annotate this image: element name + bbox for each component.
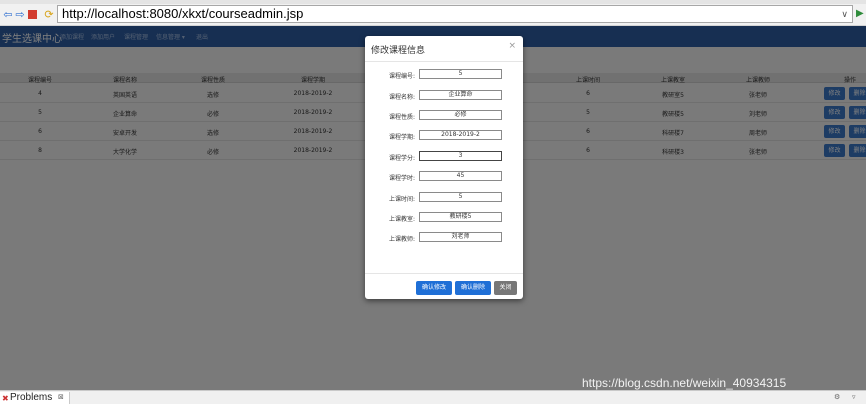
minimize-icon[interactable]: ▿ — [852, 393, 856, 401]
modal-title: 修改课程信息 — [371, 46, 426, 56]
course-name-input[interactable]: 企业算命 — [419, 90, 502, 100]
problems-tab[interactable]: ✖ Problems ⊠ — [0, 392, 70, 404]
course-credit-input[interactable]: 3 — [419, 151, 502, 161]
edit-course-modal: 修改课程信息 × 课程编号: 5 课程名称: 企业算命 课程性质: 必修 课程学… — [365, 36, 523, 299]
back-arrow-icon[interactable]: ⇦ — [2, 9, 14, 21]
field-label-course-type: 课程性质: — [388, 114, 415, 121]
window-top-strip — [0, 0, 866, 4]
class-time-input[interactable]: 5 — [419, 192, 502, 202]
tab-close-icon[interactable]: ⊠ — [58, 393, 64, 401]
go-icon[interactable]: ▶ — [856, 8, 864, 19]
confirm-delete-button[interactable]: 确认删除 — [455, 281, 491, 295]
course-hours-input[interactable]: 45 — [419, 171, 502, 181]
problems-panel: ✖ Problems ⊠ ⚙ ▿ — [0, 390, 866, 404]
url-dropdown-icon[interactable]: ∨ — [841, 6, 848, 22]
url-text: http://localhost:8080/xkxt/courseadmin.j… — [62, 6, 304, 21]
field-label-course-name: 课程名称: — [388, 94, 415, 101]
field-label-teacher: 上课教师: — [388, 236, 415, 243]
field-label-course-credit: 课程学分: — [388, 155, 415, 162]
forward-arrow-icon[interactable]: ⇨ — [14, 9, 26, 21]
teacher-input[interactable]: 刘老师 — [419, 232, 502, 242]
browser-toolbar: ⇦ ⇨ ⟳ http://localhost:8080/xkxt/coursea… — [0, 0, 866, 26]
classroom-input[interactable]: 教研楼5 — [419, 212, 502, 222]
field-label-classroom: 上课教室: — [388, 216, 415, 223]
course-term-input[interactable]: 2018-2019-2 — [419, 130, 502, 140]
close-icon[interactable]: × — [508, 41, 516, 51]
field-label-course-id: 课程编号: — [388, 73, 415, 80]
stop-icon[interactable] — [28, 10, 37, 19]
course-type-input[interactable]: 必修 — [419, 110, 502, 120]
confirm-edit-button[interactable]: 确认修改 — [416, 281, 452, 295]
view-menu-icon[interactable]: ⚙ — [834, 393, 840, 401]
modal-close-button[interactable]: 关闭 — [494, 281, 517, 295]
watermark-text: https://blog.csdn.net/weixin_40934315 — [582, 376, 787, 390]
field-label-class-time: 上课时间: — [388, 196, 415, 203]
field-label-course-hours: 课程学时: — [388, 175, 415, 182]
refresh-icon[interactable]: ⟳ — [43, 9, 55, 21]
problems-icon: ✖ — [2, 394, 9, 403]
problems-tab-label: Problems — [10, 392, 53, 403]
field-label-course-term: 课程学期: — [388, 134, 415, 141]
web-page: 学生选课中心 添加课程 添加用户 课程管理 信息管理 ▾ 退出 课程编号 课程名… — [0, 26, 866, 390]
url-input[interactable]: http://localhost:8080/xkxt/courseadmin.j… — [57, 5, 853, 23]
modal-footer: 确认修改 确认删除 关闭 — [365, 273, 523, 299]
course-id-input[interactable]: 5 — [419, 69, 502, 79]
modal-header: 修改课程信息 × — [365, 36, 523, 62]
